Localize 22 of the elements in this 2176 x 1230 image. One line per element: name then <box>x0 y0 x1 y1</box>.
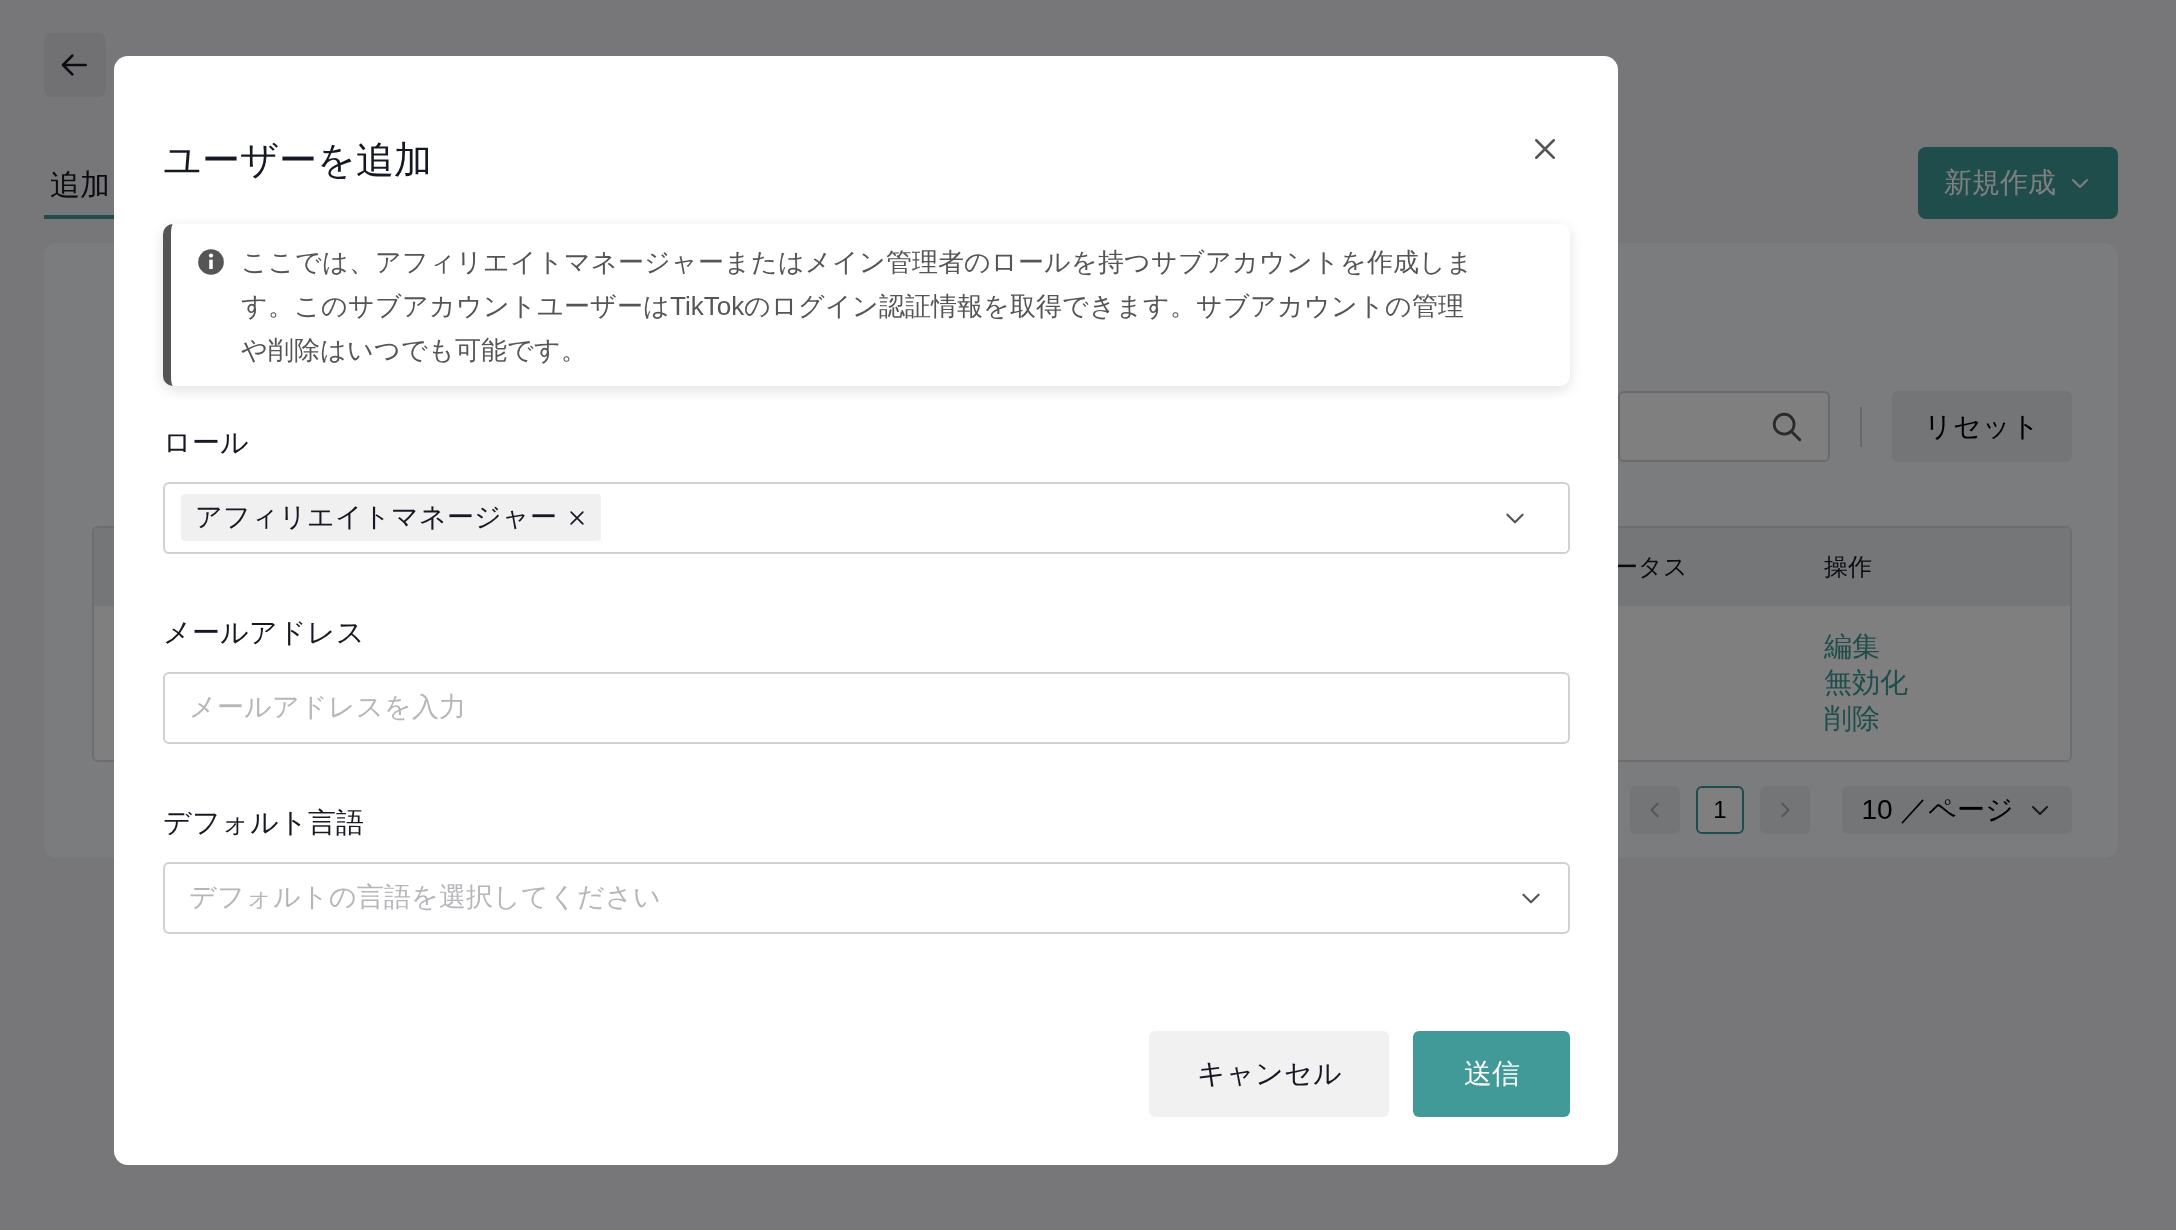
role-select[interactable]: アフィリエイトマネージャー <box>163 481 1570 554</box>
field-label: ロール <box>163 425 250 460</box>
tag-label: アフィリエイトマネージャー <box>195 501 557 535</box>
cancel-button[interactable]: キャンセル <box>1149 1031 1389 1117</box>
search-field[interactable] <box>1618 391 1830 462</box>
new-button[interactable]: 新規作成 <box>1918 147 2118 219</box>
field-label: メールアドレス <box>163 615 366 650</box>
page-button[interactable]: 1 <box>1696 786 1744 834</box>
action-link[interactable]: 削除 <box>1824 701 1880 737</box>
column-header: 操作 <box>1824 552 1873 582</box>
field-label: デフォルト言語 <box>163 805 365 840</box>
reset-button[interactable]: リセット <box>1892 391 2072 462</box>
submit-button[interactable]: 送信 <box>1413 1031 1570 1117</box>
back-button[interactable] <box>44 33 106 97</box>
action-link[interactable]: 編集 <box>1824 629 1880 665</box>
dialog-title: ユーザーを追加 <box>163 138 432 183</box>
language-select[interactable]: デフォルトの言語を選択してください <box>163 861 1570 934</box>
email-input[interactable]: メールアドレスを入力 <box>163 671 1570 744</box>
page-size-select[interactable]: 10 ／ページ <box>1842 786 2072 834</box>
action-link[interactable]: 無効化 <box>1824 665 1908 701</box>
info-text: ここでは、アフィリエイトマネージャーまたはメイン管理者のロールを持つサブアカウントを作成します。このサブアカウントユーザーはTikTokのログイン認証情報を取得できます。サブアカウントの管理や削除はいつでも可能です。 <box>241 245 1474 367</box>
info-icon <box>197 247 225 276</box>
